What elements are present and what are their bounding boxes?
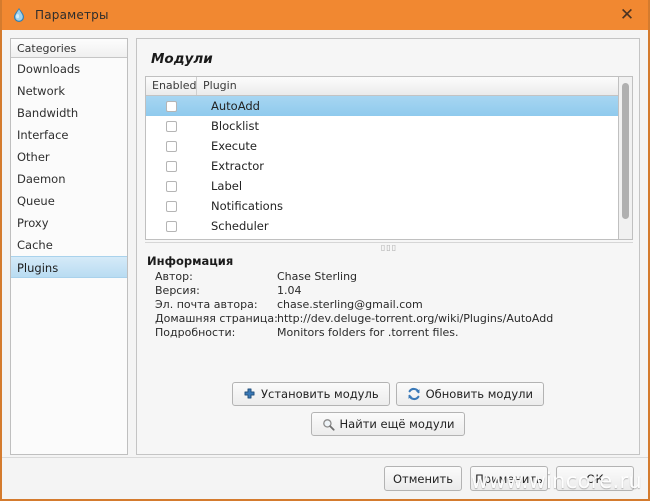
- info-row-details: Подробности: Monitors folders for .torre…: [147, 326, 639, 340]
- plus-icon: [243, 388, 256, 401]
- table-row[interactable]: Blocklist: [146, 116, 618, 136]
- sidebar-item-other[interactable]: Other: [11, 146, 127, 168]
- information-section: Информация Автор: Chase Sterling Версия:…: [137, 253, 639, 340]
- install-plugin-button[interactable]: Установить модуль: [232, 382, 390, 406]
- enabled-cell[interactable]: [146, 200, 197, 212]
- table-row[interactable]: Execute: [146, 136, 618, 156]
- categories-header: Categories: [11, 39, 127, 58]
- sidebar-item-bandwidth[interactable]: Bandwidth: [11, 102, 127, 124]
- plugin-list-scrollbar[interactable]: [618, 76, 633, 240]
- checkbox-icon[interactable]: [166, 120, 177, 132]
- checkbox-icon[interactable]: [166, 200, 177, 212]
- plugin-list-header: Enabled Plugin: [146, 77, 618, 96]
- plugin-actions-row-2: Найти ещё модули: [137, 412, 639, 436]
- plugin-list-wrapper: Enabled Plugin AutoAdd Blocklist Execute…: [145, 76, 633, 240]
- info-row-email: Эл. почта автора: chase.sterling@gmail.c…: [147, 298, 639, 312]
- search-icon: [322, 418, 335, 431]
- info-value: Chase Sterling: [277, 270, 358, 283]
- checkbox-icon[interactable]: [166, 180, 177, 192]
- plugin-actions-row-1: Установить модуль Обновить модули: [137, 382, 639, 406]
- info-row-author: Автор: Chase Sterling: [147, 270, 639, 284]
- enabled-cell[interactable]: [146, 120, 197, 132]
- info-label: Эл. почта автора:: [155, 298, 258, 311]
- pane-splitter[interactable]: ▯▯▯: [145, 242, 633, 253]
- info-row-homepage: Домашняя страница: http://dev.deluge-tor…: [147, 312, 639, 326]
- column-header-enabled[interactable]: Enabled: [146, 77, 197, 95]
- sidebar-item-proxy[interactable]: Proxy: [11, 212, 127, 234]
- table-row[interactable]: Label: [146, 176, 618, 196]
- plugin-name: Execute: [211, 139, 257, 153]
- close-icon[interactable]: ✕: [610, 1, 644, 29]
- plugins-pane: Модули Enabled Plugin AutoAdd Blocklist …: [136, 38, 640, 455]
- window-title: Параметры: [35, 8, 109, 22]
- find-more-plugins-button[interactable]: Найти ещё модули: [310, 412, 466, 436]
- checkbox-icon[interactable]: [166, 220, 177, 232]
- checkbox-icon[interactable]: [166, 140, 177, 152]
- info-label: Версия:: [155, 284, 200, 297]
- apply-button[interactable]: Применить: [470, 466, 548, 491]
- dialog-content: Categories Downloads Network Bandwidth I…: [2, 30, 648, 499]
- plugin-name: Extractor: [211, 159, 264, 173]
- enabled-cell[interactable]: [146, 140, 197, 152]
- table-row[interactable]: Notifications: [146, 196, 618, 216]
- cancel-button[interactable]: Отменить: [384, 466, 462, 491]
- sidebar-item-network[interactable]: Network: [11, 80, 127, 102]
- plugin-list: Enabled Plugin AutoAdd Blocklist Execute…: [145, 76, 618, 240]
- sidebar-item-downloads[interactable]: Downloads: [11, 58, 127, 80]
- table-row[interactable]: AutoAdd: [146, 96, 618, 116]
- info-label: Автор:: [155, 270, 193, 283]
- table-row[interactable]: Extractor: [146, 156, 618, 176]
- enabled-cell[interactable]: [146, 180, 197, 192]
- sidebar-item-daemon[interactable]: Daemon: [11, 168, 127, 190]
- checkbox-icon[interactable]: [166, 100, 177, 112]
- plugin-name: Notifications: [211, 199, 283, 213]
- plugin-name: AutoAdd: [211, 99, 260, 113]
- upper-area: Categories Downloads Network Bandwidth I…: [10, 38, 640, 455]
- info-value: chase.sterling@gmail.com: [277, 298, 423, 311]
- info-value: Monitors folders for .torrent files.: [277, 326, 459, 339]
- title-bar: Параметры ✕: [2, 0, 648, 30]
- sidebar-item-queue[interactable]: Queue: [11, 190, 127, 212]
- ok-button[interactable]: ОК: [556, 466, 634, 491]
- dialog-footer: Отменить Применить ОК: [2, 457, 648, 499]
- sidebar-item-plugins[interactable]: Plugins: [11, 256, 127, 278]
- splitter-grip-icon: ▯▯▯: [380, 243, 398, 252]
- deluge-droplet-icon: [11, 7, 27, 23]
- info-label: Домашняя страница:: [155, 312, 278, 325]
- plugin-name: Scheduler: [211, 219, 269, 233]
- plugin-name: Blocklist: [211, 119, 259, 133]
- install-plugin-label: Установить модуль: [261, 387, 379, 401]
- enabled-cell[interactable]: [146, 100, 197, 112]
- sidebar-item-interface[interactable]: Interface: [11, 124, 127, 146]
- enabled-cell[interactable]: [146, 220, 197, 232]
- info-label: Подробности:: [155, 326, 236, 339]
- info-value: 1.04: [277, 284, 302, 297]
- rescan-plugins-button[interactable]: Обновить модули: [395, 382, 544, 406]
- enabled-cell[interactable]: [146, 160, 197, 172]
- table-row[interactable]: Scheduler: [146, 216, 618, 236]
- information-title: Информация: [147, 254, 234, 268]
- plugin-actions: Установить модуль Обновить модули Найти …: [137, 382, 639, 442]
- info-value: http://dev.deluge-torrent.org/wiki/Plugi…: [277, 312, 554, 325]
- page-title: Модули: [151, 51, 213, 67]
- refresh-icon: [407, 387, 421, 401]
- scrollbar-thumb[interactable]: [622, 83, 629, 219]
- find-more-plugins-label: Найти ещё модули: [339, 417, 455, 431]
- rescan-plugins-label: Обновить модули: [425, 387, 533, 401]
- column-header-plugin[interactable]: Plugin: [197, 77, 618, 95]
- categories-sidebar: Categories Downloads Network Bandwidth I…: [10, 38, 128, 455]
- checkbox-icon[interactable]: [166, 160, 177, 172]
- sidebar-item-cache[interactable]: Cache: [11, 234, 127, 256]
- info-row-version: Версия: 1.04: [147, 284, 639, 298]
- plugin-name: Label: [211, 179, 243, 193]
- preferences-dialog: Параметры ✕ Categories Downloads Network…: [0, 0, 650, 501]
